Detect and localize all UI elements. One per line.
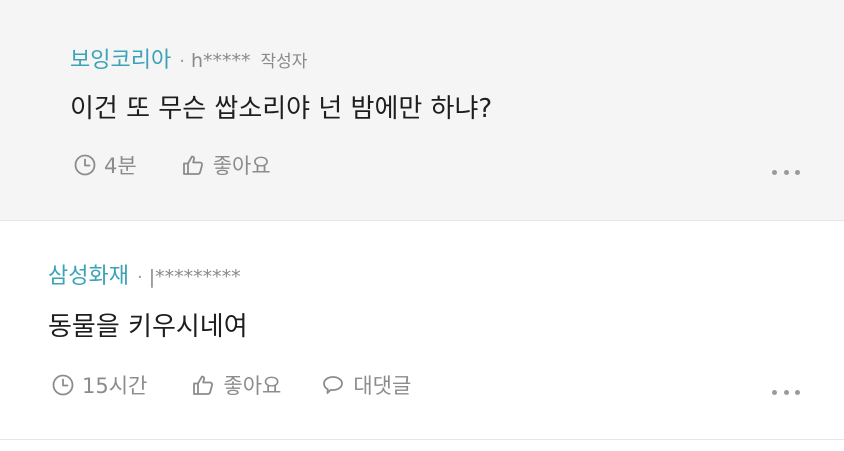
like-button[interactable]: 좋아요	[181, 150, 271, 180]
comment-meta: 보잉코리아 · h***** 작성자	[70, 42, 307, 74]
more-dot	[772, 169, 777, 175]
comment-item: 보잉코리아 · h***** 작성자 이건 또 무슨 쌉소리야 넌 밤에만 하냐…	[0, 0, 844, 221]
more-options-button[interactable]	[772, 168, 800, 176]
like-button[interactable]: 좋아요	[191, 370, 281, 400]
thumbs-up-icon	[193, 375, 214, 395]
comment-actions: 15시간 좋아요 대댓글	[52, 370, 411, 400]
comment-item: 삼성화재 · |********* 동물을 키우시네여 15시간 좋아요 대댓글	[0, 222, 844, 440]
timestamp: 15시간	[52, 370, 147, 400]
commenter-id: h*****	[190, 50, 251, 72]
commenter-nickname[interactable]: 보잉코리아	[70, 42, 171, 74]
meta-separator: ·	[179, 51, 185, 72]
meta-separator: ·	[136, 267, 143, 288]
author-badge: 작성자	[260, 52, 308, 72]
more-dot	[783, 389, 789, 395]
timestamp: 4분	[74, 150, 137, 180]
more-options-button[interactable]	[772, 388, 800, 396]
thumbs-up-icon	[182, 155, 203, 175]
like-label: 좋아요	[212, 154, 271, 178]
commenter-id: |*********	[148, 266, 241, 288]
comment-actions: 4분 좋아요	[74, 150, 271, 180]
comment-text: 이건 또 무슨 쌉소리야 넌 밤에만 하냐?	[70, 94, 493, 124]
speech-bubble-icon	[323, 376, 344, 394]
comment-list: 보잉코리아 · h***** 작성자 이건 또 무슨 쌉소리야 넌 밤에만 하냐…	[0, 0, 844, 451]
comment-text: 동물을 키우시네여	[48, 312, 248, 342]
comment-meta: 삼성화재 · |*********	[48, 258, 241, 290]
reply-button[interactable]: 대댓글	[321, 370, 411, 400]
clock-icon	[74, 154, 96, 176]
time-label: 15시간	[82, 374, 148, 398]
more-dot	[795, 169, 800, 175]
time-label: 4분	[104, 154, 137, 178]
more-dot	[795, 389, 800, 395]
clock-icon	[52, 374, 74, 396]
more-dot	[783, 169, 789, 175]
more-dot	[772, 389, 777, 395]
like-label: 좋아요	[223, 374, 282, 398]
reply-label: 대댓글	[353, 374, 412, 398]
commenter-nickname[interactable]: 삼성화재	[48, 258, 129, 290]
